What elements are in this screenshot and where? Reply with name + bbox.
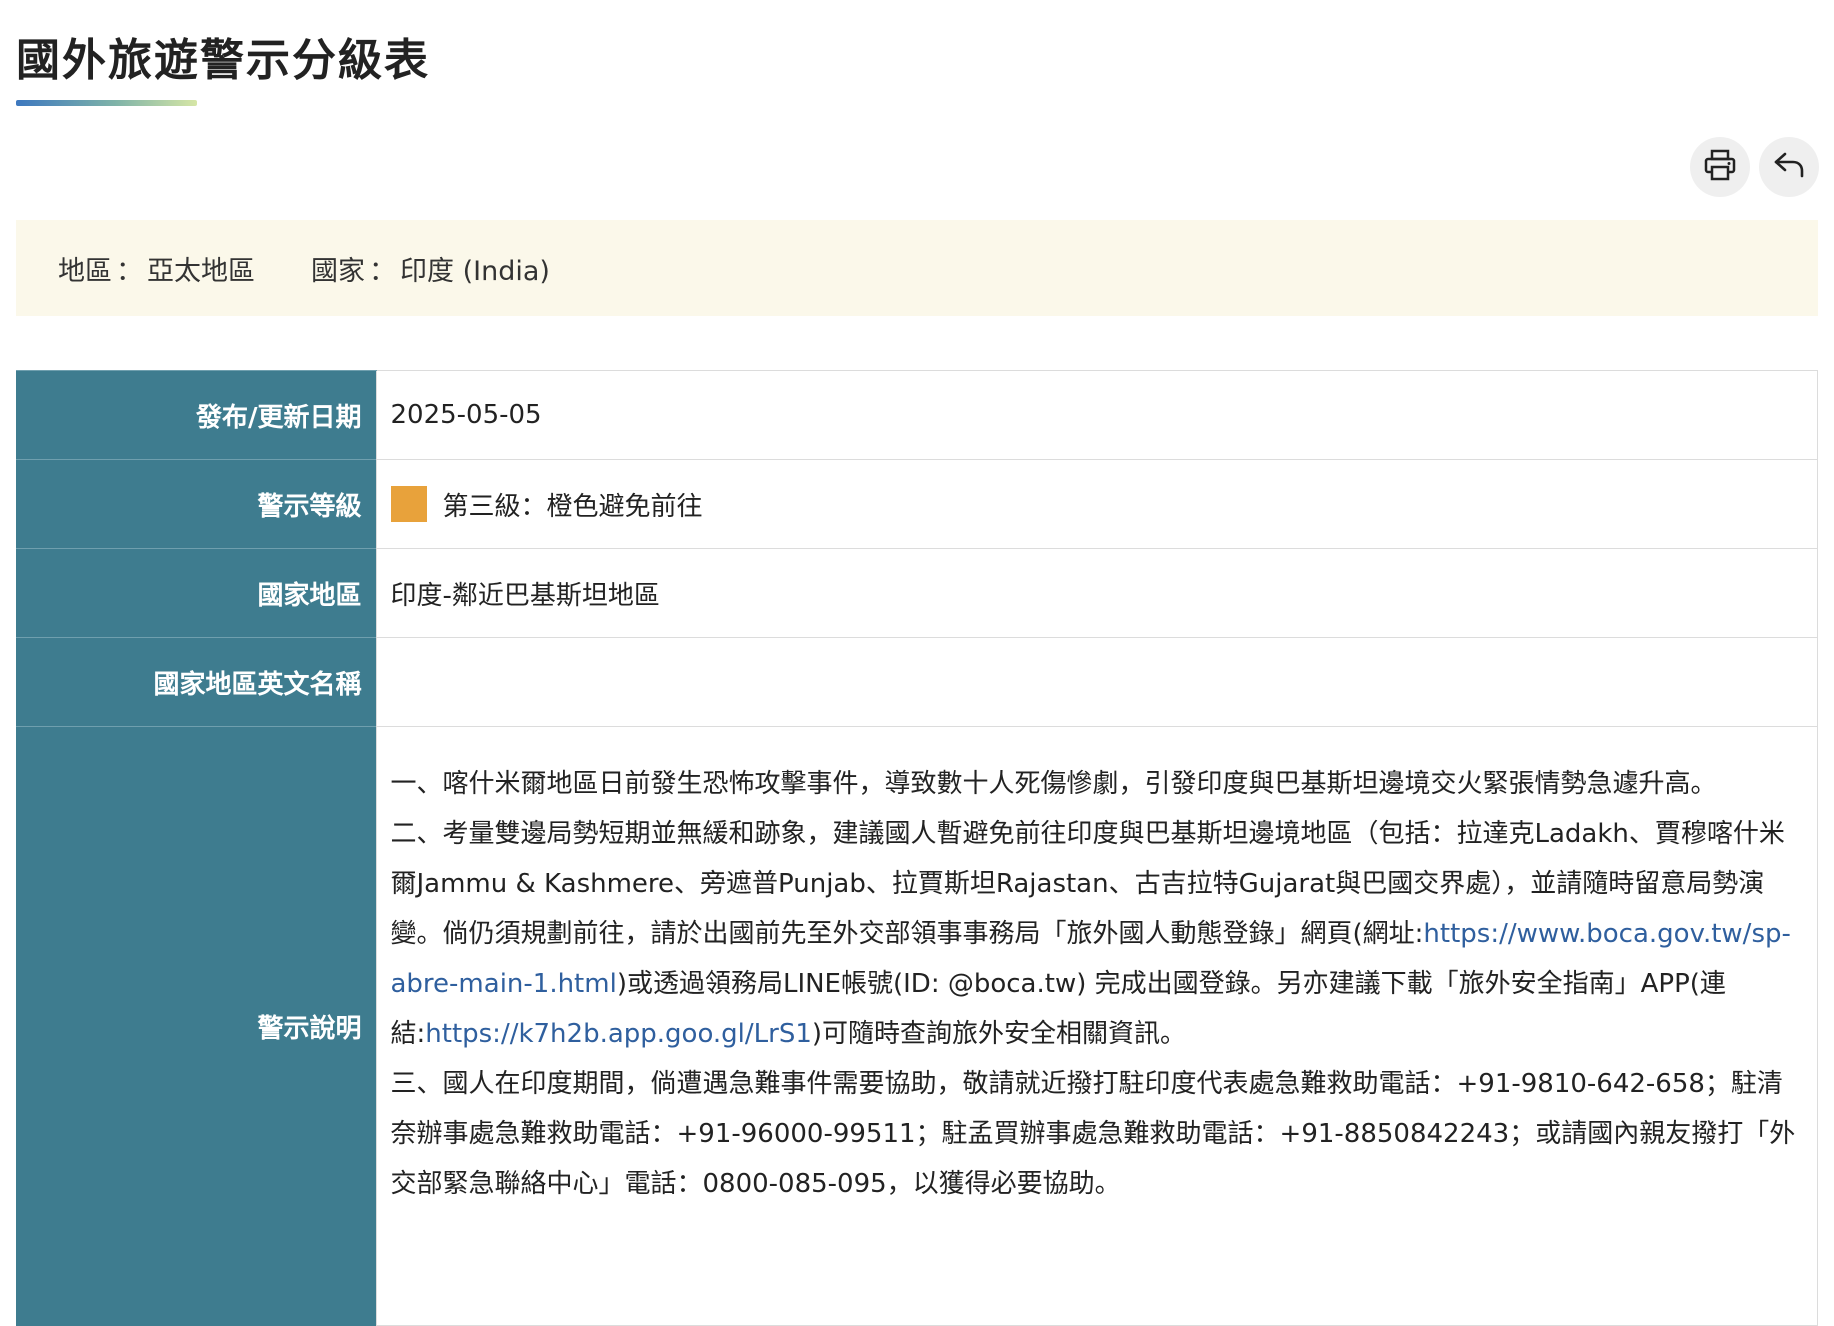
country-value: 印度 (India): [400, 255, 550, 287]
description-paragraph-3: 三、國人在印度期間，倘遭遇急難事件需要協助，敬請就近撥打駐印度代表處急難救助電話…: [390, 1069, 1796, 1199]
table-row-level: 警示等級 第三級：橙色避免前往: [16, 459, 1818, 549]
date-value: 2025-05-05: [375, 370, 1818, 460]
region-separator: ：: [116, 255, 143, 287]
level-cell: 第三級：橙色避免前往: [375, 459, 1818, 549]
area-en-value: [375, 637, 1818, 727]
description-label: 警示說明: [16, 726, 376, 1326]
warning-detail-table: 發布/更新日期 2025-05-05 警示等級 第三級：橙色避免前往 國家地區 …: [16, 370, 1818, 1326]
country-label: 國家: [311, 255, 365, 287]
back-button[interactable]: [1759, 137, 1819, 197]
country-info: 國家：印度 (India): [311, 249, 550, 288]
date-label: 發布/更新日期: [16, 370, 376, 460]
description-paragraph-2: 二、考量雙邊局勢短期並無緩和跡象，建議國人暫避免前往印度與巴基斯坦邊境地區（包括…: [391, 809, 1804, 1059]
level-label: 警示等級: [16, 459, 376, 549]
location-info-bar: 地區：亞太地區 國家：印度 (India): [16, 220, 1818, 316]
region-info: 地區：亞太地區: [58, 249, 255, 288]
undo-arrow-icon: [1771, 147, 1807, 187]
table-row-description: 警示說明 一、喀什米爾地區日前發生恐怖攻擊事件，導致數十人死傷慘劇，引發印度與巴…: [16, 726, 1818, 1326]
area-value: 印度-鄰近巴基斯坦地區: [375, 548, 1818, 638]
region-label: 地區: [58, 255, 112, 287]
table-row-area-en: 國家地區英文名稱: [16, 637, 1818, 727]
region-value: 亞太地區: [147, 255, 255, 287]
level-color-swatch: [390, 486, 427, 522]
print-button[interactable]: [1690, 137, 1750, 197]
title-underline: [16, 100, 197, 106]
page-title: 國外旅遊警示分級表: [16, 35, 430, 86]
area-label: 國家地區: [16, 548, 376, 638]
description-cell: 一、喀什米爾地區日前發生恐怖攻擊事件，導致數十人死傷慘劇，引發印度與巴基斯坦邊境…: [375, 726, 1818, 1326]
area-en-label: 國家地區英文名稱: [16, 637, 376, 727]
country-separator: ：: [369, 255, 396, 287]
table-row-date: 發布/更新日期 2025-05-05: [16, 370, 1818, 460]
travel-safety-app-link[interactable]: https://k7h2b.app.goo.gl/LrS1: [425, 1019, 812, 1049]
description-paragraph-1: 一、喀什米爾地區日前發生恐怖攻擊事件，導致數十人死傷慘劇，引發印度與巴基斯坦邊境…: [390, 769, 1717, 799]
level-value: 第三級：橙色避免前往: [442, 491, 703, 522]
printer-icon: [1703, 148, 1737, 186]
table-row-area: 國家地區 印度-鄰近巴基斯坦地區: [16, 548, 1818, 638]
description-text: )可隨時查詢旅外安全相關資訊。: [811, 1019, 1187, 1049]
